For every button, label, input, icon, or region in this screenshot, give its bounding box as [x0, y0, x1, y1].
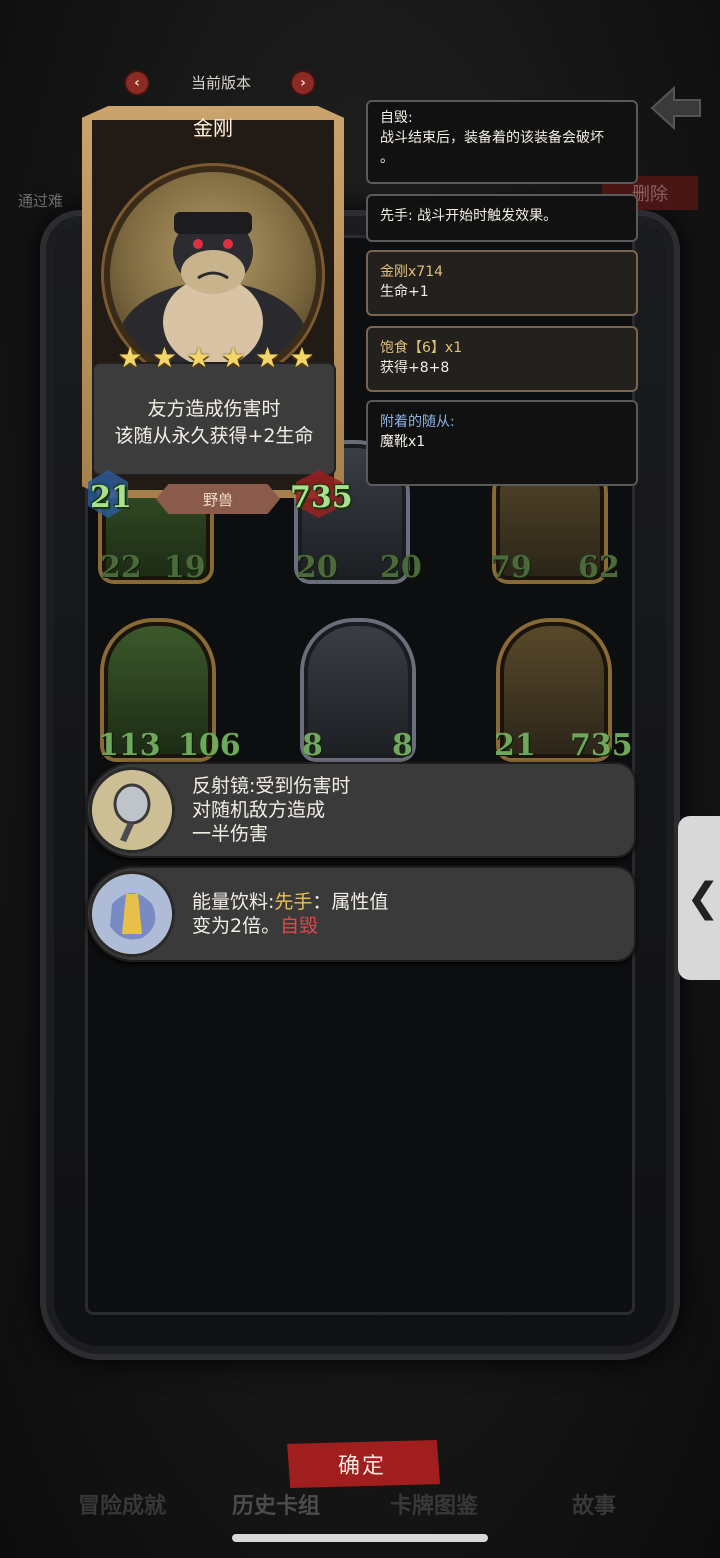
- attached-minion-panel: 附着的随从: 魔靴x1: [366, 400, 638, 486]
- card-tribe: 野兽: [156, 484, 280, 514]
- nav-history-decks[interactable]: 历史卡组: [232, 1488, 320, 1520]
- selected-minion-card: 金刚 ★ ★ ★ ★ ★ ★ 友方造成伤害时 该随从永久获得+2生命 21 73…: [72, 100, 354, 524]
- star-icon: ★: [117, 341, 143, 374]
- nav-adventure-achievements[interactable]: 冒险成就: [78, 1488, 166, 1520]
- equipment-name: 能量饮料:: [192, 891, 275, 913]
- back-arrow-icon[interactable]: [648, 84, 704, 132]
- minion-attack: 21: [494, 728, 536, 763]
- minion-health: 19: [164, 550, 206, 585]
- bottom-navigation: 冒险成就 历史卡组 卡牌图鉴 故事: [0, 1484, 720, 1524]
- buff-panel: 金刚x714 生命+1: [366, 250, 638, 316]
- minion-health: 62: [578, 550, 620, 585]
- minion-health: 8: [392, 728, 413, 763]
- energy-drink-icon: [92, 874, 172, 954]
- version-selector: ‹ 当前版本 ›: [124, 70, 318, 96]
- board-minion[interactable]: 113 106: [98, 622, 241, 772]
- panel-body: 。: [380, 150, 394, 166]
- panel-body: 生命+1: [380, 284, 429, 300]
- side-panel-toggle-button[interactable]: ❮: [678, 816, 720, 980]
- equipment-description: 能量饮料:先手：属性值 变为2倍。自毁: [192, 890, 388, 938]
- card-health: 735: [290, 480, 353, 515]
- keyword-self-destruct: 自毁: [280, 915, 319, 937]
- card-description-line: 友方造成伤害时: [147, 398, 281, 420]
- nav-card-collection[interactable]: 卡牌图鉴: [390, 1488, 478, 1520]
- equipment-line: 对随机敌方造成: [192, 799, 326, 821]
- panel-body: 魔靴x1: [380, 434, 426, 450]
- minion-health: 735: [570, 728, 633, 763]
- panel-title: 先手: 战斗开始时触发效果。: [380, 208, 558, 224]
- minion-attack: 8: [302, 728, 323, 763]
- keyword-first-strike: 先手: [274, 891, 313, 913]
- equipment-row[interactable]: 反射镜:受到伤害时 对随机敌方造成 一半伤害: [86, 762, 636, 858]
- panel-title: 饱食【6】x1: [380, 340, 463, 356]
- confirm-button[interactable]: 确定: [287, 1440, 440, 1488]
- minion-health: 106: [178, 728, 241, 763]
- star-icon: ★: [289, 341, 315, 374]
- star-icon: ★: [151, 341, 177, 374]
- version-label: 当前版本: [190, 74, 251, 92]
- panel-body: 战斗结束后，装备着的该装备会破坏: [380, 130, 604, 146]
- equipment-line: 变为2倍。自毁: [192, 914, 388, 938]
- minion-attack: 79: [490, 550, 532, 585]
- self-destruct-panel: 自毁: 战斗结束后，装备着的该装备会破坏 。: [366, 100, 638, 184]
- panel-title: 附着的随从:: [380, 414, 455, 430]
- minion-attack: 113: [98, 728, 161, 763]
- minion-attack: 22: [100, 550, 142, 585]
- minion-health: 20: [380, 550, 422, 585]
- equipment-effect: ：属性值: [312, 891, 389, 913]
- star-rating: ★ ★ ★ ★ ★ ★: [116, 344, 316, 374]
- card-name: 金刚: [193, 116, 233, 140]
- equipment-row[interactable]: 能量饮料:先手：属性值 变为2倍。自毁: [86, 866, 636, 962]
- satiation-panel: 饱食【6】x1 获得+8+8: [366, 326, 638, 392]
- equipment-line: 能量饮料:先手：属性值: [192, 890, 388, 914]
- mirror-icon: [92, 770, 172, 850]
- first-strike-panel: 先手: 战斗开始时触发效果。: [366, 194, 638, 242]
- equipment-description: 反射镜:受到伤害时 对随机敌方造成 一半伤害: [192, 774, 350, 846]
- next-version-button[interactable]: ›: [292, 72, 314, 94]
- panel-title: 自毁:: [380, 110, 413, 126]
- equipment-effect: 变为2倍。: [192, 915, 281, 937]
- equipment-line: 反射镜:受到伤害时: [192, 775, 351, 797]
- home-indicator[interactable]: [232, 1534, 488, 1542]
- card-attack: 21: [90, 480, 132, 515]
- panel-title: 金刚x714: [380, 264, 444, 280]
- star-icon: ★: [220, 341, 246, 374]
- card-description-line: 该随从永久获得+2生命: [114, 425, 314, 447]
- star-icon: ★: [186, 341, 212, 374]
- board-minion[interactable]: 8 8: [298, 622, 418, 772]
- prev-version-button[interactable]: ‹: [126, 72, 148, 94]
- nav-story[interactable]: 故事: [572, 1488, 616, 1520]
- card-description: 友方造成伤害时 该随从永久获得+2生命: [94, 396, 334, 450]
- board-minion[interactable]: 21 735: [494, 622, 633, 772]
- panel-body: 获得+8+8: [380, 360, 450, 376]
- minion-attack: 20: [296, 550, 338, 585]
- equipment-line: 一半伤害: [192, 823, 269, 845]
- pass-difficulty-label: 通过难: [18, 192, 64, 210]
- star-icon: ★: [255, 341, 281, 374]
